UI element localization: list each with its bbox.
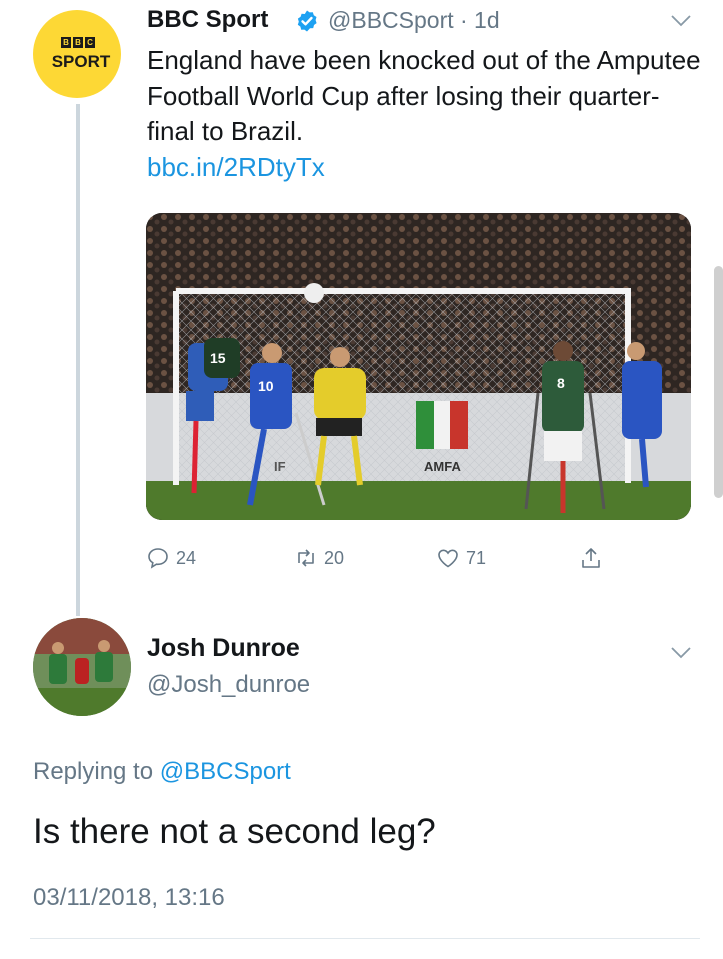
retweet-count: 20 [324, 547, 345, 568]
bbc-logo-block: C [85, 37, 95, 48]
reply-count: 24 [176, 547, 197, 568]
tweet-text: England have been knocked out of the Amp… [147, 43, 707, 185]
like-count: 71 [466, 547, 487, 568]
ad-board-if: IF [274, 459, 286, 474]
tweet-body: England have been knocked out of the Amp… [147, 45, 701, 146]
ball [304, 283, 324, 303]
retweet-icon [298, 549, 314, 567]
jersey-number-15: 15 [210, 350, 226, 366]
reply-action[interactable]: 24 [146, 546, 196, 570]
ad-board-amfa: AMFA [424, 459, 461, 474]
reply-icon [148, 548, 168, 569]
bbc-logo-block: B [73, 37, 83, 48]
thread-line [76, 104, 80, 616]
scrollbar-thumb[interactable] [714, 266, 723, 498]
reply-timestamp[interactable]: 03/11/2018, 13:16 [33, 884, 225, 912]
josh-dunroe-avatar[interactable] [33, 618, 131, 716]
tweet-author-name[interactable]: BBC Sport [147, 6, 268, 34]
jersey-number-10: 10 [258, 378, 274, 394]
tweet-author-handle-time[interactable]: @BBCSport · 1d [328, 7, 500, 34]
share-action[interactable] [579, 546, 603, 570]
avatar-photo [33, 618, 131, 716]
bbc-logo: B B C [61, 37, 95, 48]
tweet-link[interactable]: bbc.in/2RDtyTx [147, 150, 707, 186]
football-photo: AMFA IF 15 10 8 [146, 213, 691, 520]
bbc-logo-word: SPORT [51, 52, 111, 71]
replying-to-label: Replying to [33, 758, 154, 785]
like-icon [438, 549, 458, 568]
chevron-down-icon[interactable] [669, 13, 693, 29]
tweet-photo[interactable]: AMFA IF 15 10 8 [146, 213, 691, 520]
share-icon [582, 548, 600, 568]
pitch [146, 481, 691, 520]
reply-author-handle[interactable]: @Josh_dunroe [147, 671, 310, 699]
jersey-number-8: 8 [557, 375, 565, 391]
bbc-logo-block: B [61, 37, 71, 48]
reply-text: Is there not a second leg? [33, 812, 436, 851]
reply-author-name[interactable]: Josh Dunroe [147, 634, 300, 663]
like-action[interactable]: 71 [436, 546, 486, 570]
retweet-action[interactable]: 20 [294, 546, 344, 570]
replying-to: Replying to @BBCSport [33, 758, 291, 786]
verified-icon [297, 10, 317, 32]
chevron-down-icon[interactable] [669, 645, 693, 661]
replying-to-mention[interactable]: @BBCSport [160, 758, 291, 785]
divider [30, 938, 700, 939]
